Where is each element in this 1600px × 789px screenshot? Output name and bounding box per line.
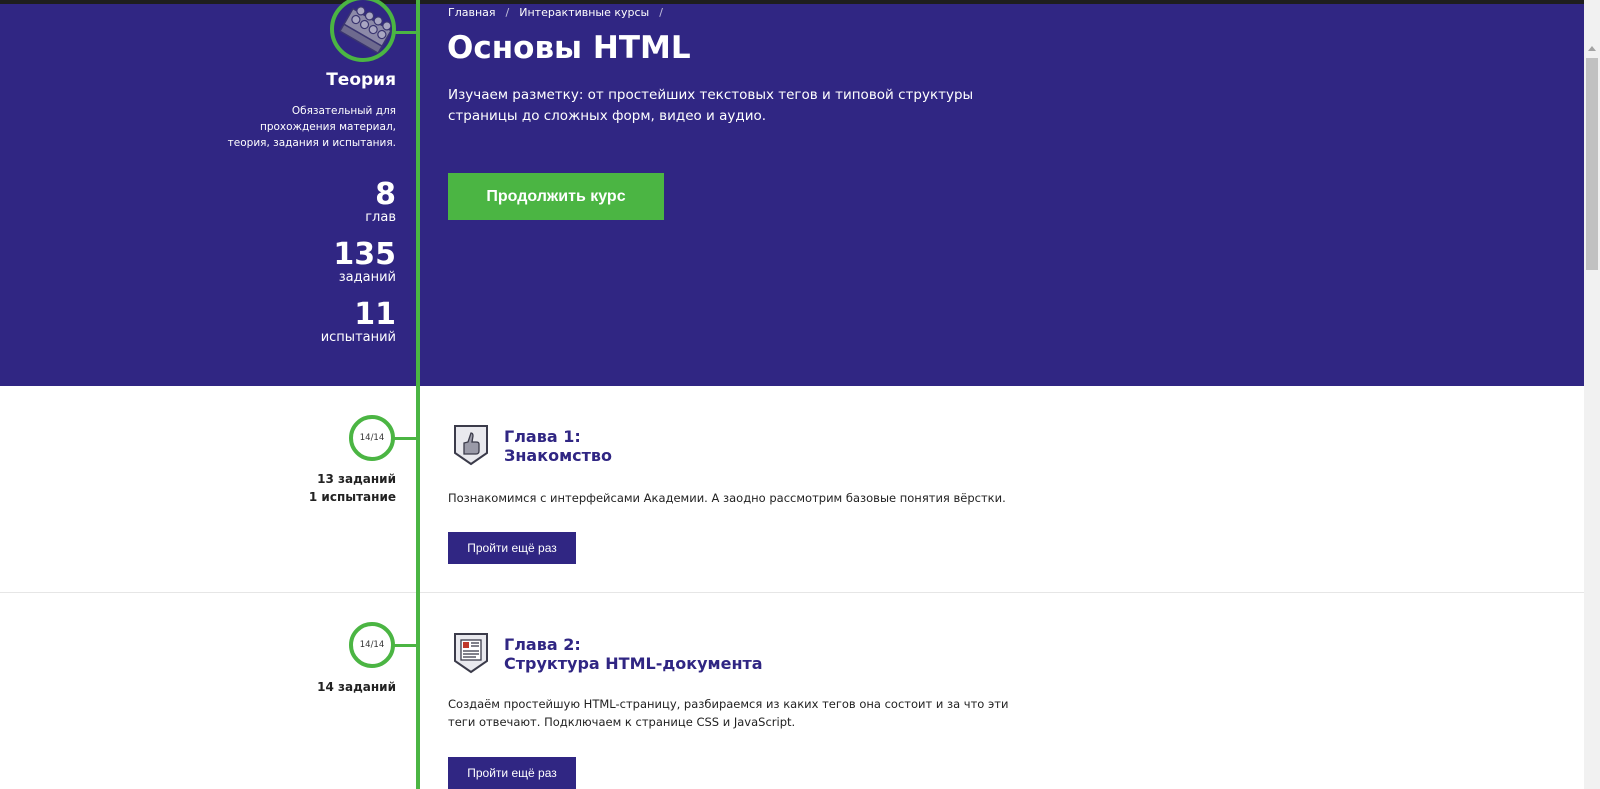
- chapter-title: Глава 1: Знакомство: [504, 427, 612, 465]
- scroll-up-arrow-icon[interactable]: [1588, 46, 1596, 51]
- chapter-number: Глава 2:: [504, 635, 581, 654]
- chapter-divider: [0, 592, 1584, 593]
- chapter-progress-badge: 14/14: [349, 415, 395, 461]
- chapter-connector: [393, 437, 418, 440]
- chapter-stats: 13 заданий 1 испытание: [230, 470, 396, 506]
- thumbs-up-shield-icon: [452, 423, 490, 467]
- stat-tasks-value: 135: [333, 237, 396, 272]
- lego-brick-icon: [338, 6, 392, 55]
- course-hero: [0, 4, 1584, 386]
- stat-chapters-value: 8: [375, 177, 396, 212]
- course-lead: Изучаем разметку: от простейших текстовы…: [448, 87, 974, 124]
- retake-chapter-button[interactable]: Пройти ещё раз: [448, 757, 576, 789]
- progress-timeline: [416, 0, 420, 789]
- page-scrollbar[interactable]: [1584, 0, 1600, 789]
- chapter-progress-badge: 14/14: [349, 622, 395, 668]
- chapter-number: Глава 1:: [504, 427, 581, 446]
- chapter-title: Глава 2: Структура HTML-документа: [504, 635, 763, 673]
- theory-description: Обязательный для прохождения материал, т…: [227, 105, 396, 149]
- breadcrumb-home-link[interactable]: Главная: [448, 6, 496, 19]
- breadcrumb-separator: /: [505, 6, 510, 19]
- stat-trials-label: испытаний: [320, 330, 396, 345]
- continue-course-button[interactable]: Продолжить курс: [448, 173, 664, 220]
- chapter-tasks-count: 13 заданий: [317, 472, 396, 486]
- breadcrumb-separator: /: [659, 6, 663, 19]
- chapter-tasks-count: 14 заданий: [317, 680, 396, 694]
- theory-title: Теория: [326, 70, 396, 90]
- chapter-description: Познакомимся с интерфейсами Академии. А …: [448, 491, 1006, 505]
- retake-chapter-button[interactable]: Пройти ещё раз: [448, 532, 576, 564]
- breadcrumb-courses-link[interactable]: Интерактивные курсы: [519, 6, 649, 19]
- document-shield-icon: [452, 631, 490, 675]
- chapter-trials-count: 1 испытание: [308, 490, 396, 504]
- stat-trials-value: 11: [354, 297, 396, 332]
- theory-badge: [330, 0, 396, 62]
- page-title: Основы HTML: [447, 30, 691, 66]
- stat-tasks-label: заданий: [338, 270, 396, 285]
- chapter-stats: 14 заданий: [230, 678, 396, 696]
- chapter-name: Знакомство: [504, 446, 613, 465]
- chapter-description: Создаём простейшую HTML-страницу, разбир…: [448, 697, 1009, 729]
- stat-chapters-label: глав: [365, 210, 396, 225]
- breadcrumb: Главная / Интерактивные курсы /: [448, 6, 663, 19]
- theory-connector: [394, 31, 418, 34]
- scrollbar-thumb[interactable]: [1586, 58, 1598, 270]
- chapter-name: Структура HTML-документа: [504, 654, 763, 673]
- chapter-connector: [393, 644, 418, 647]
